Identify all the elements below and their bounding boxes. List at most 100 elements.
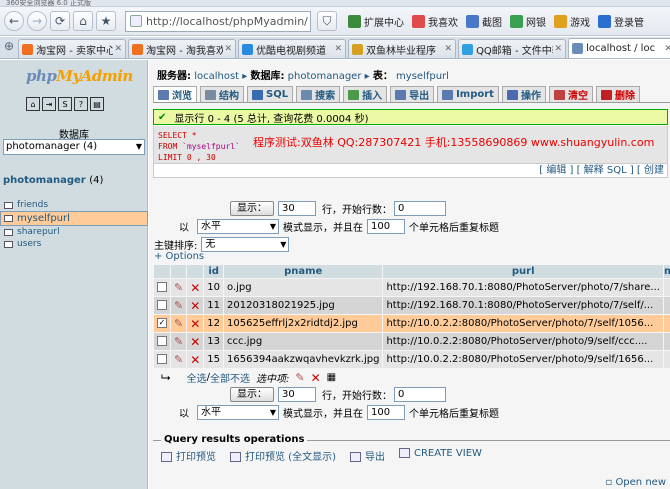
row-checkbox[interactable]	[157, 336, 167, 346]
table-row[interactable]: ✓ ✎ ✕ 12 105625effrlj2x2ridtdj2.jpg http://10…	[154, 315, 670, 332]
pencil-icon[interactable]: ✎	[174, 353, 183, 366]
sql-icon[interactable]: S	[58, 97, 72, 111]
address-bar[interactable]: http://localhost/phpMyadmin/	[125, 10, 311, 32]
toolbar-item[interactable]: 登录管	[598, 14, 644, 29]
close-icon[interactable]: ✕	[115, 44, 123, 54]
start-row-input[interactable]: 0	[394, 387, 446, 402]
pencil-icon[interactable]: ✎	[295, 371, 304, 384]
database-select[interactable]: photomanager (4) ▼	[3, 139, 145, 155]
sidebar-table-item[interactable]: sharepurl	[0, 226, 148, 238]
row-checkbox[interactable]	[157, 282, 167, 292]
sidebar-table-item[interactable]: friends	[0, 199, 148, 211]
browser-tab[interactable]: 淘宝网 - 卖家中心 ✕	[18, 39, 127, 58]
close-icon[interactable]: ✕	[335, 44, 343, 54]
close-icon[interactable]: ✕	[665, 44, 670, 54]
delete-x-icon[interactable]: ✕	[190, 299, 200, 313]
delete-x-icon[interactable]: ✕	[311, 371, 321, 385]
menu-tab[interactable]: 搜索	[296, 86, 341, 102]
breadcrumb-database[interactable]: photomanager	[288, 71, 362, 82]
col-pname[interactable]: pname	[224, 265, 383, 278]
check-all-link[interactable]: 全选	[187, 370, 207, 385]
pencil-icon[interactable]: ✎	[174, 317, 183, 330]
sidebar-table-list: friends myselfpurl sharepurl users	[0, 199, 148, 250]
sort-select[interactable]: 无 ▼	[201, 237, 290, 252]
forward-button[interactable]: →	[27, 11, 47, 31]
home-icon[interactable]: ⌂	[26, 97, 40, 111]
table-row[interactable]: ✎ ✕ 10 o.jpg http://192.168.70.1:8080/PhotoS…	[154, 279, 670, 296]
refresh-button[interactable]: ⟳	[50, 11, 70, 31]
toolbar-item[interactable]: 网银	[510, 14, 546, 29]
rows-input[interactable]: 30	[278, 201, 316, 216]
breadcrumb-table[interactable]: myselfpurl	[396, 71, 449, 82]
row-checkbox[interactable]	[157, 354, 167, 364]
table-row[interactable]: ✎ ✕ 15 1656394aakzwqavhevkzrk.jpg http://10.…	[154, 351, 670, 368]
sidebar-table-item[interactable]: myselfpurl	[0, 211, 148, 226]
toolbar-item[interactable]: 我喜欢	[412, 14, 458, 29]
pencil-icon[interactable]: ✎	[174, 299, 183, 312]
delete-x-icon[interactable]: ✕	[190, 335, 200, 349]
toolbar-item[interactable]: 扩展中心	[348, 14, 404, 29]
sidebar-table-item[interactable]: users	[0, 238, 148, 250]
col-purl[interactable]: purl	[383, 265, 663, 278]
table-menu-tabs: 浏览 结构 SQL 搜索 插入 导出 Import 操作 清空 删除	[153, 86, 670, 103]
menu-tab[interactable]: Import	[437, 86, 499, 102]
phpmyadmin-logo[interactable]: phpMyAdmin	[26, 67, 133, 85]
menu-tab[interactable]: 导出	[390, 86, 435, 102]
menu-tab[interactable]: 插入	[343, 86, 388, 102]
table-row[interactable]: ✎ ✕ 13 ccc.jpg http://10.0.2.2:8080/PhotoSer…	[154, 333, 670, 350]
security-shield-button[interactable]: ⛉	[317, 11, 337, 31]
favorite-button[interactable]: ★	[96, 11, 116, 31]
print-preview-full-link[interactable]: 打印预览 (全文显示)	[230, 448, 336, 463]
display-mode-select[interactable]: 水平 ▼	[197, 405, 279, 420]
export-link[interactable]: 导出	[349, 448, 385, 463]
docs-icon[interactable]: ▤	[90, 97, 104, 111]
repeat-header-input[interactable]: 100	[367, 219, 405, 234]
print-preview-link[interactable]: 打印预览	[161, 448, 216, 463]
show-button[interactable]: 显示：	[230, 201, 274, 216]
close-icon[interactable]: ✕	[555, 44, 563, 54]
close-icon[interactable]: ✕	[445, 44, 453, 54]
show-button[interactable]: 显示：	[230, 387, 274, 402]
menu-tab[interactable]: 清空	[548, 86, 593, 102]
browser-tab[interactable]: 优酷电视剧频道 ✕	[238, 39, 347, 58]
pencil-icon[interactable]: ✎	[174, 281, 183, 294]
home-button[interactable]: ⌂	[73, 11, 93, 31]
database-title-link[interactable]: photomanager (4)	[3, 175, 103, 186]
repeat-header-input[interactable]: 100	[367, 405, 405, 420]
help-icon[interactable]: ?	[74, 97, 88, 111]
col-myid[interactable]: myid	[663, 265, 670, 278]
uncheck-all-link[interactable]: 全部不选	[210, 370, 250, 385]
toolbar-item[interactable]: 游戏	[554, 14, 590, 29]
browser-tab[interactable]: 双鱼林毕业程序 ✕	[348, 39, 457, 58]
logout-icon[interactable]: ⇥	[42, 97, 56, 111]
sql-action-links[interactable]: [ 编辑 ] [ 解释 SQL ] [ 创建	[153, 163, 668, 178]
row-checkbox[interactable]: ✓	[157, 318, 167, 328]
delete-x-icon[interactable]: ✕	[190, 281, 200, 295]
pencil-icon[interactable]: ✎	[174, 335, 183, 348]
delete-x-icon[interactable]: ✕	[190, 353, 200, 367]
back-button[interactable]: ←	[4, 11, 24, 31]
close-icon[interactable]: ✕	[225, 44, 233, 54]
new-tab-icon[interactable]: ⊕	[4, 40, 14, 54]
display-mode-select[interactable]: 水平 ▼	[197, 219, 279, 234]
toolbar-item[interactable]: 截图	[466, 14, 502, 29]
menu-tab[interactable]: 删除	[595, 86, 640, 102]
options-link[interactable]: + Options	[154, 251, 204, 262]
rows-input[interactable]: 30	[278, 387, 316, 402]
browser-tab[interactable]: QQ邮箱 - 文件中转站✕	[458, 39, 567, 58]
delete-x-icon[interactable]: ✕	[190, 317, 200, 331]
col-id[interactable]: id	[204, 265, 224, 278]
table-row[interactable]: ✎ ✕ 11 20120318021925.jpg http://192.168.70.…	[154, 297, 670, 314]
menu-tab[interactable]: 操作	[501, 86, 546, 102]
open-new-window-link[interactable]: ▫ Open new	[605, 477, 666, 488]
create-view-link[interactable]: CREATE VIEW	[398, 448, 482, 463]
start-row-input[interactable]: 0	[394, 201, 446, 216]
browser-tab[interactable]: 淘宝网 - 淘我喜欢 ✕	[128, 39, 237, 58]
breadcrumb-server[interactable]: localhost	[194, 71, 239, 82]
menu-tab[interactable]: SQL	[247, 86, 294, 102]
menu-tab[interactable]: 结构	[200, 86, 244, 102]
browser-tab[interactable]: localhost / loc✕	[568, 38, 670, 58]
menu-tab[interactable]: 浏览	[153, 86, 197, 102]
row-checkbox[interactable]	[157, 300, 167, 310]
export-icon[interactable]: ▦	[327, 372, 336, 383]
